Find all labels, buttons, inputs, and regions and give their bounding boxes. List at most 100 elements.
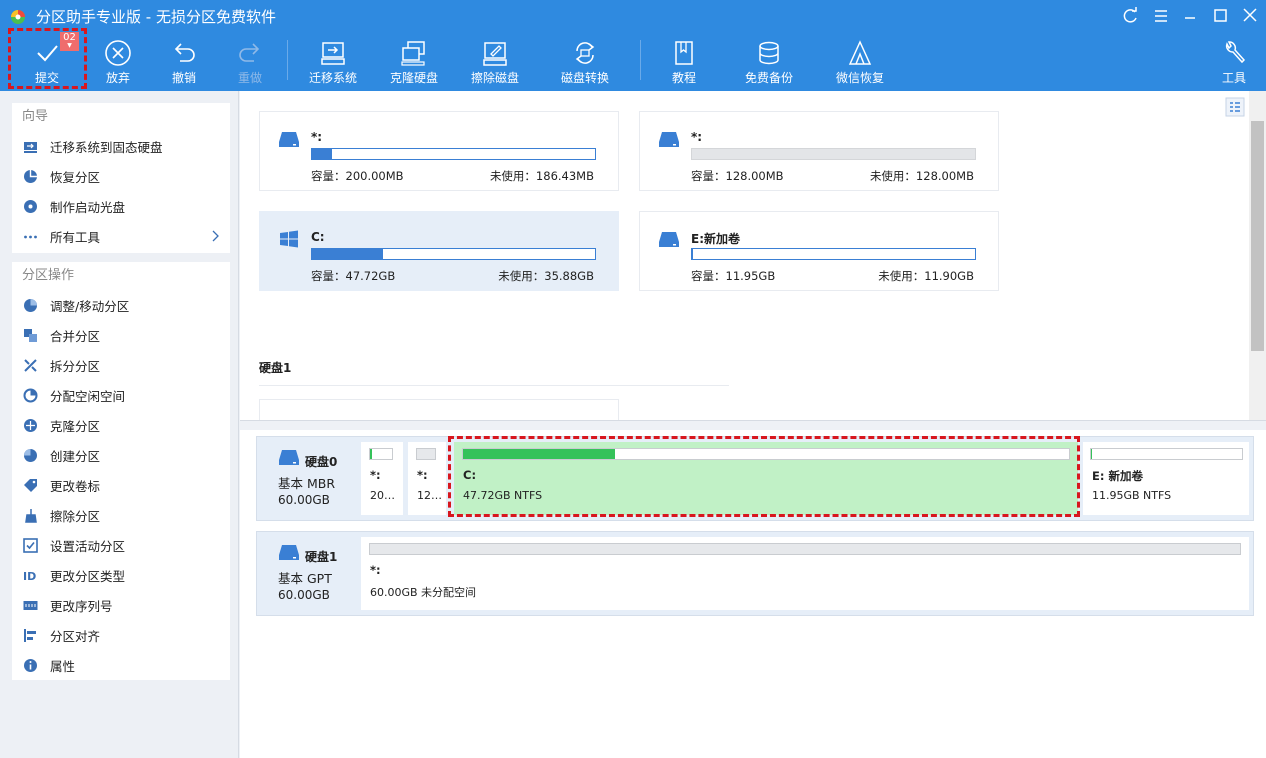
- partition-name: *:: [370, 563, 381, 577]
- disk-info: 硬盘1 基本 GPT 60.00GB: [257, 532, 360, 615]
- disk-icon: [279, 450, 299, 465]
- tools-label: 工具: [1221, 71, 1246, 85]
- usage-bar-fill: [312, 249, 383, 259]
- convert-disk-icon: [575, 42, 595, 64]
- partition-block[interactable]: *: 12…: [408, 442, 446, 515]
- partition-block-unallocated[interactable]: *: 60.00GB 未分配空间: [361, 537, 1249, 610]
- c-partition-highlight-frame: [448, 436, 1080, 517]
- partition-info: 12…: [417, 489, 442, 502]
- wechat-recovery-button[interactable]: 微信恢复: [827, 32, 893, 91]
- sidebar-item-all-tools[interactable]: 所有工具: [12, 221, 230, 251]
- partition-operations-panel: 分区操作 调整/移动分区 合并分区 拆分分区 分配空闲空间 克隆分区 创建分区 …: [12, 262, 230, 680]
- active-partition-icon: [23, 537, 38, 553]
- app-logo-icon: [11, 10, 25, 24]
- minimize-icon: [1185, 17, 1195, 19]
- vertical-scrollbar[interactable]: [1249, 91, 1266, 420]
- sidebar-item-properties[interactable]: 属性: [12, 650, 230, 680]
- usage-bar-fill: [1091, 449, 1092, 459]
- sidebar-item-label: 分配空闲空间: [50, 388, 126, 404]
- sidebar-item-change-serial[interactable]: 更改序列号: [12, 590, 230, 620]
- partition-card-partial[interactable]: [259, 399, 619, 420]
- sidebar-item-label: 更改卷标: [50, 478, 101, 494]
- partition-unused: 未使用：35.88GB: [498, 269, 594, 283]
- redo-icon: [239, 43, 260, 62]
- drive-icon: [659, 132, 679, 147]
- partition-name: *:: [417, 468, 428, 482]
- redo-button[interactable]: 重做: [222, 32, 278, 91]
- undo-button[interactable]: 撤销: [156, 32, 212, 91]
- serial-icon: [23, 600, 38, 610]
- sidebar-item-boot-disc[interactable]: 制作启动光盘: [12, 191, 230, 221]
- free-backup-label: 免费备份: [744, 71, 793, 85]
- close-button[interactable]: [1239, 6, 1261, 26]
- partition-name: *:: [370, 468, 381, 482]
- free-backup-button[interactable]: 免费备份: [736, 32, 802, 91]
- maximize-icon: [1214, 9, 1227, 22]
- partition-usage-bar: [369, 448, 393, 460]
- sidebar-item-label: 创建分区: [50, 448, 101, 464]
- wechat-recovery-label: 微信恢复: [835, 71, 884, 85]
- minimize-button[interactable]: [1179, 6, 1201, 26]
- sidebar-item-align[interactable]: 分区对齐: [12, 620, 230, 650]
- partition-block[interactable]: E: 新加卷 11.95GB NTFS: [1083, 442, 1249, 515]
- toolbar-separator: [287, 40, 288, 80]
- sidebar-item-migrate-ssd[interactable]: 迁移系统到固态硬盘: [12, 131, 230, 161]
- sidebar-item-recover-partition[interactable]: 恢复分区: [12, 161, 230, 191]
- backup-icon: [759, 41, 779, 65]
- sidebar-item-change-type[interactable]: ID 更改分区类型: [12, 560, 230, 590]
- clone-disk-button[interactable]: 克隆硬盘: [381, 32, 447, 91]
- migrate-system-button[interactable]: 迁移系统: [300, 32, 366, 91]
- refresh-icon: [1123, 7, 1137, 23]
- sidebar-item-label: 迁移系统到固态硬盘: [50, 139, 163, 155]
- disk-info: 硬盘0 基本 MBR 60.00GB: [257, 437, 360, 520]
- tutorial-button[interactable]: 教程: [656, 32, 712, 91]
- partition-block[interactable]: *: 20…: [361, 442, 403, 515]
- partition-card[interactable]: E:新加卷 容量：11.95GB 未使用：11.90GB: [639, 211, 999, 291]
- sidebar-item-clone-partition[interactable]: 克隆分区: [12, 410, 230, 440]
- sidebar-item-split[interactable]: 拆分分区: [12, 350, 230, 380]
- disk-row-1[interactable]: 硬盘1 基本 GPT 60.00GB *: 60.00GB 未分配空间: [256, 531, 1254, 616]
- wipe-disk-button[interactable]: 擦除磁盘: [462, 32, 528, 91]
- refresh-button[interactable]: [1119, 6, 1141, 26]
- menu-button[interactable]: [1150, 6, 1172, 26]
- tools-button[interactable]: 工具: [1208, 32, 1260, 91]
- partition-name: E: 新加卷: [1092, 469, 1143, 483]
- maximize-button[interactable]: [1209, 6, 1231, 26]
- partition-name: *:: [691, 130, 703, 144]
- disk-type: 基本 MBR: [278, 476, 336, 491]
- close-icon: [1243, 8, 1257, 22]
- sidebar-item-change-label[interactable]: 更改卷标: [12, 470, 230, 500]
- window-title: 分区助手专业版 - 无损分区免费软件: [36, 8, 276, 26]
- id-icon: ID: [23, 570, 36, 583]
- clone-disk-icon: [401, 41, 425, 66]
- chevron-right-icon: [212, 230, 219, 242]
- sidebar: 向导 迁移系统到固态硬盘 恢复分区 制作启动光盘 所有工具 分区操作 调整/移动…: [0, 91, 239, 758]
- discard-button[interactable]: 放弃: [90, 32, 146, 91]
- disk-type: 基本 GPT: [278, 571, 332, 586]
- create-partition-icon: [24, 448, 37, 462]
- sidebar-item-set-active[interactable]: 设置活动分区: [12, 530, 230, 560]
- partition-card[interactable]: *: 容量：200.00MB 未使用：186.43MB: [259, 111, 619, 191]
- toolbar: 提交 放弃 撤销 重做 迁移系统 克隆硬盘 擦除磁盘 磁盘转换 教程 免费备份 …: [0, 32, 1266, 91]
- usage-bar: [691, 248, 976, 260]
- boot-disc-icon: [24, 199, 37, 213]
- allocate-icon: [23, 388, 38, 402]
- scrollbar-thumb[interactable]: [1251, 121, 1264, 351]
- partition-card-selected[interactable]: C: 容量：47.72GB 未使用：35.88GB: [259, 211, 619, 291]
- operations-title: 分区操作: [22, 268, 75, 283]
- view-toggle-icon[interactable]: [1225, 97, 1245, 117]
- sidebar-item-wipe-partition[interactable]: 擦除分区: [12, 500, 230, 530]
- pane-splitter[interactable]: [240, 420, 1266, 430]
- partition-name: C:: [311, 230, 325, 244]
- book-icon: [675, 41, 693, 65]
- partition-card[interactable]: *: 容量：128.00MB 未使用：128.00MB: [639, 111, 999, 191]
- recovery-icon: [848, 40, 872, 65]
- sidebar-item-merge[interactable]: 合并分区: [12, 320, 230, 350]
- convert-disk-button[interactable]: 磁盘转换: [552, 32, 618, 91]
- sidebar-item-create-partition[interactable]: 创建分区: [12, 440, 230, 470]
- partition-card-view: *: 容量：200.00MB 未使用：186.43MB *: 容量：128.00…: [240, 91, 1266, 420]
- sidebar-item-resize[interactable]: 调整/移动分区: [12, 290, 230, 320]
- wipe-partition-icon: [25, 508, 37, 523]
- sidebar-item-allocate-space[interactable]: 分配空闲空间: [12, 380, 230, 410]
- title-bar: 分区助手专业版 - 无损分区免费软件: [0, 0, 1266, 32]
